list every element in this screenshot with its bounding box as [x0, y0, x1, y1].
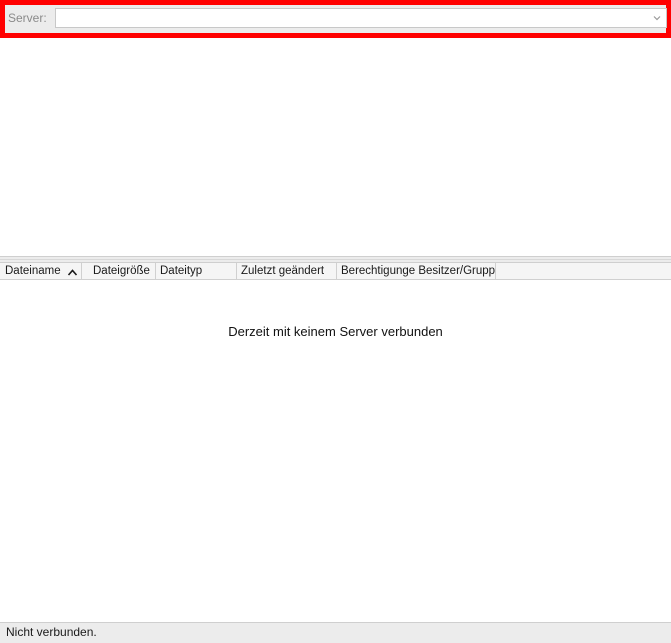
file-list-header: Dateiname Dateigröße Dateityp Zuletzt ge…: [0, 263, 671, 280]
server-bar: Server:: [0, 0, 671, 38]
remote-file-list[interactable]: Derzeit mit keinem Server verbunden: [0, 280, 671, 622]
column-header-label: Zuletzt geändert: [241, 265, 325, 277]
column-header-label: Dateiname: [5, 265, 61, 277]
column-header-filename[interactable]: Dateiname: [1, 263, 82, 279]
server-label: Server:: [8, 11, 47, 25]
column-header-filesize[interactable]: Dateigröße: [82, 263, 156, 279]
empty-state-message: Derzeit mit keinem Server verbunden: [228, 324, 443, 339]
chevron-up-icon: [67, 266, 78, 279]
chevron-down-icon[interactable]: [648, 9, 666, 27]
column-header-modified[interactable]: Zuletzt geändert: [237, 263, 337, 279]
status-bar: Nicht verbunden.: [0, 622, 671, 643]
remote-directory-tree[interactable]: [0, 38, 671, 256]
status-text: Nicht verbunden.: [6, 625, 97, 639]
column-header-label: Berechtigunge Besitzer/Grupp: [341, 265, 496, 277]
column-header-label: Dateigröße: [93, 265, 150, 277]
column-header-permissions-owner[interactable]: Berechtigunge Besitzer/Grupp: [337, 263, 496, 279]
server-combobox[interactable]: [55, 8, 667, 28]
column-header-filetype[interactable]: Dateityp: [156, 263, 237, 279]
pane-splitter[interactable]: [0, 256, 671, 263]
column-header-label: Dateityp: [160, 265, 203, 277]
